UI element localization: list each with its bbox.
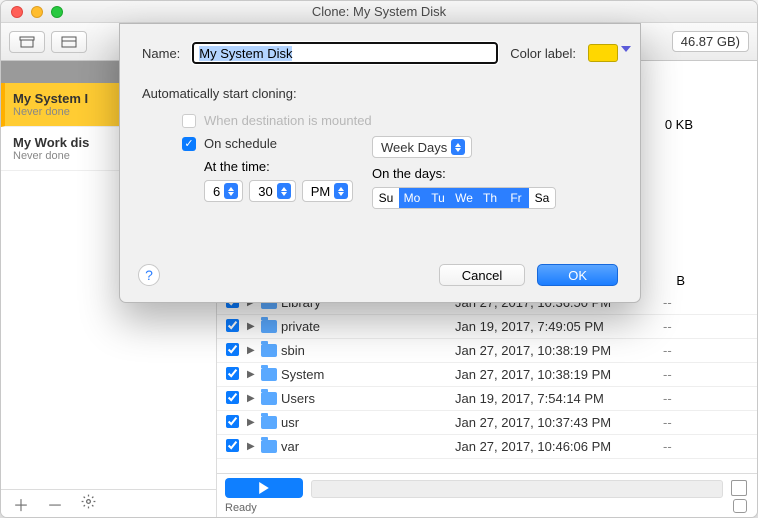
checkbox-icon xyxy=(182,114,196,128)
cancel-button[interactable]: Cancel xyxy=(439,264,525,286)
row-checkbox[interactable] xyxy=(226,319,239,332)
file-extra: -- xyxy=(655,295,757,310)
folder-icon xyxy=(261,320,277,333)
start-button[interactable] xyxy=(225,478,303,498)
table-row[interactable]: ▶ UsersJan 19, 2017, 7:54:14 PM-- xyxy=(217,387,757,411)
name-input[interactable] xyxy=(192,42,498,64)
chevron-icon xyxy=(451,139,465,155)
disclosure-icon[interactable]: ▶ xyxy=(247,369,261,380)
day-th[interactable]: Th xyxy=(477,188,503,208)
file-name: usr xyxy=(281,415,455,430)
file-name: System xyxy=(281,367,455,382)
day-su[interactable]: Su xyxy=(373,188,399,208)
schedule-sheet: Name: Color label: Automatically start c… xyxy=(119,23,641,303)
folder-icon xyxy=(261,440,277,453)
titlebar: Clone: My System Disk xyxy=(1,1,757,23)
time-label: At the time: xyxy=(182,159,372,174)
file-name: var xyxy=(281,439,455,454)
color-swatch[interactable] xyxy=(588,44,618,62)
remove-icon[interactable]: － xyxy=(47,492,63,516)
file-extra: -- xyxy=(655,319,757,334)
folder-icon xyxy=(261,368,277,381)
row-checkbox[interactable] xyxy=(226,367,239,380)
help-button[interactable]: ? xyxy=(138,264,160,286)
folder-icon xyxy=(261,392,277,405)
day-we[interactable]: We xyxy=(451,188,477,208)
stat-kb: 0 KB xyxy=(665,117,693,132)
checkbox-on-icon[interactable]: ✓ xyxy=(182,137,196,151)
disclosure-icon[interactable]: ▶ xyxy=(247,321,261,332)
stepper-icon xyxy=(224,183,238,199)
row-checkbox[interactable] xyxy=(226,391,239,404)
hour-select[interactable]: 6 xyxy=(204,180,243,202)
row-checkbox[interactable] xyxy=(226,415,239,428)
toolbar-split-button[interactable] xyxy=(51,31,87,53)
table-row[interactable]: ▶ usrJan 27, 2017, 10:37:43 PM-- xyxy=(217,411,757,435)
disclosure-icon[interactable]: ▶ xyxy=(247,393,261,404)
disclosure-icon[interactable]: ▶ xyxy=(247,417,261,428)
file-extra: -- xyxy=(655,415,757,430)
color-label: Color label: xyxy=(510,46,576,61)
table-row[interactable]: ▶ sbinJan 27, 2017, 10:38:19 PM-- xyxy=(217,339,757,363)
row-checkbox[interactable] xyxy=(226,439,239,452)
disclosure-icon[interactable]: ▶ xyxy=(247,345,261,356)
gear-icon[interactable] xyxy=(81,494,96,514)
days-selector[interactable]: SuMoTuWeThFrSa xyxy=(372,187,556,209)
minute-select[interactable]: 30 xyxy=(249,180,295,202)
capacity-label: 46.87 GB) xyxy=(672,31,749,52)
folder-icon xyxy=(261,344,277,357)
disclosure-icon[interactable]: ▶ xyxy=(247,441,261,452)
folder-icon xyxy=(261,416,277,429)
file-name: sbin xyxy=(281,343,455,358)
days-label: On the days: xyxy=(372,166,556,181)
file-date: Jan 27, 2017, 10:37:43 PM xyxy=(455,415,655,430)
stat-b: B xyxy=(676,273,685,288)
stepper-icon xyxy=(334,183,348,199)
file-date: Jan 27, 2017, 10:38:19 PM xyxy=(455,343,655,358)
table-row[interactable]: ▶ varJan 27, 2017, 10:46:06 PM-- xyxy=(217,435,757,459)
file-extra: -- xyxy=(655,391,757,406)
add-icon[interactable]: ＋ xyxy=(13,492,29,516)
stepper-icon xyxy=(277,183,291,199)
app-window: Clone: My System Disk 46.87 GB) Cl… My S… xyxy=(0,0,758,518)
status-label: Ready xyxy=(225,502,749,514)
opt-destination-mounted: When destination is mounted xyxy=(182,113,618,128)
window-title: Clone: My System Disk xyxy=(1,4,757,19)
file-extra: -- xyxy=(655,439,757,454)
opt-schedule-label: On schedule xyxy=(204,136,277,151)
opt-label: When destination is mounted xyxy=(204,113,372,128)
ampm-select[interactable]: PM xyxy=(302,180,354,202)
sidebar-footer: ＋ － xyxy=(1,489,217,517)
day-mo[interactable]: Mo xyxy=(399,188,425,208)
toolbar-archive-button[interactable] xyxy=(9,31,45,53)
footer: Ready xyxy=(217,473,757,517)
file-date: Jan 27, 2017, 10:38:19 PM xyxy=(455,367,655,382)
day-tu[interactable]: Tu xyxy=(425,188,451,208)
progress-bar xyxy=(311,480,723,498)
row-checkbox[interactable] xyxy=(226,343,239,356)
ok-button[interactable]: OK xyxy=(537,264,618,286)
schedule-select[interactable]: Week Days xyxy=(372,136,472,158)
name-label: Name: xyxy=(142,46,180,61)
page-icon[interactable] xyxy=(731,480,747,496)
table-row[interactable]: ▶ privateJan 19, 2017, 7:49:05 PM-- xyxy=(217,315,757,339)
clock-icon[interactable] xyxy=(733,499,747,513)
file-date: Jan 27, 2017, 10:46:06 PM xyxy=(455,439,655,454)
file-name: private xyxy=(281,319,455,334)
auto-start-header: Automatically start cloning: xyxy=(142,86,618,101)
day-fr[interactable]: Fr xyxy=(503,188,529,208)
day-sa[interactable]: Sa xyxy=(529,188,555,208)
file-extra: -- xyxy=(655,367,757,382)
table-row[interactable]: ▶ SystemJan 27, 2017, 10:38:19 PM-- xyxy=(217,363,757,387)
file-name: Users xyxy=(281,391,455,406)
file-date: Jan 19, 2017, 7:54:14 PM xyxy=(455,391,655,406)
file-extra: -- xyxy=(655,343,757,358)
file-date: Jan 19, 2017, 7:49:05 PM xyxy=(455,319,655,334)
